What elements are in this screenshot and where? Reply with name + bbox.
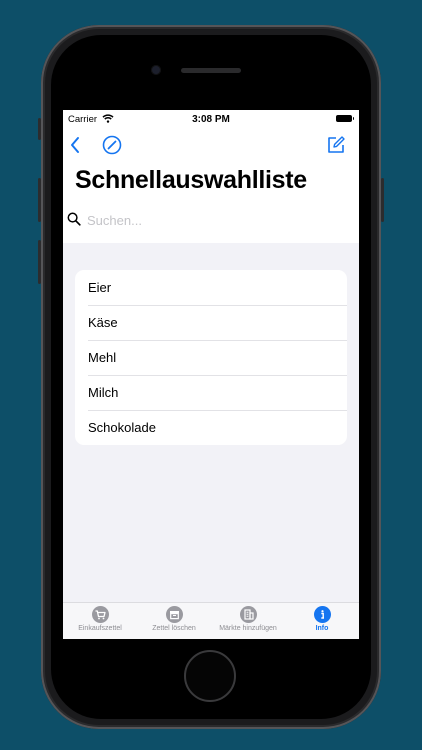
home-button[interactable] <box>184 650 236 702</box>
navigation-bar <box>63 132 359 160</box>
tab-label: Info <box>315 625 329 632</box>
building-icon <box>239 606 257 623</box>
page-title: Schnellauswahlliste <box>75 166 307 194</box>
clock: 3:08 PM <box>192 114 230 125</box>
chevron-left-icon[interactable] <box>69 136 81 159</box>
list-item-label: Mehl <box>88 350 117 365</box>
list-item[interactable]: Schokolade <box>75 410 347 445</box>
list-item-label: Schokolade <box>88 420 156 435</box>
archive-icon <box>165 606 183 623</box>
volume-down-button <box>38 240 41 284</box>
list-item[interactable]: Mehl <box>75 340 347 375</box>
compass-icon[interactable] <box>101 134 123 161</box>
mute-switch <box>38 118 41 140</box>
front-camera <box>151 65 161 75</box>
search-input[interactable] <box>87 210 337 230</box>
quick-select-list: Eier Käse Mehl Milch Schokolade <box>75 270 347 445</box>
list-item[interactable]: Milch <box>75 375 347 410</box>
list-item-label: Eier <box>88 280 112 295</box>
tab-zettel-loeschen[interactable]: Zettel löschen <box>137 603 211 639</box>
volume-up-button <box>38 178 41 222</box>
search-icon <box>67 212 81 231</box>
tab-info[interactable]: Info <box>285 603 359 639</box>
earpiece-speaker <box>181 68 241 73</box>
tab-label: Märkte hinzufügen <box>219 625 277 632</box>
list-item-label: Milch <box>88 385 119 400</box>
tab-maerkte-hinzufuegen[interactable]: Märkte hinzufügen <box>211 603 285 639</box>
list-item[interactable]: Eier <box>75 270 347 305</box>
search-bar <box>63 208 359 232</box>
list-item[interactable]: Käse <box>75 305 347 340</box>
tab-bar: Einkaufszettel Zettel löschen Märkte hin… <box>63 602 359 639</box>
status-bar: Carrier 3:08 PM <box>63 110 359 128</box>
tab-label: Zettel löschen <box>152 625 196 632</box>
tab-label: Einkaufszettel <box>78 625 122 632</box>
list-item-label: Käse <box>88 315 118 330</box>
battery-icon <box>336 115 354 122</box>
app-screen: Carrier 3:08 PM Schnellauswahlliste Such… <box>63 110 359 639</box>
info-icon <box>313 606 331 623</box>
tab-einkaufszettel[interactable]: Einkaufszettel <box>63 603 137 639</box>
compose-icon[interactable] <box>325 134 347 161</box>
power-button <box>381 178 384 222</box>
cart-icon <box>91 606 109 623</box>
